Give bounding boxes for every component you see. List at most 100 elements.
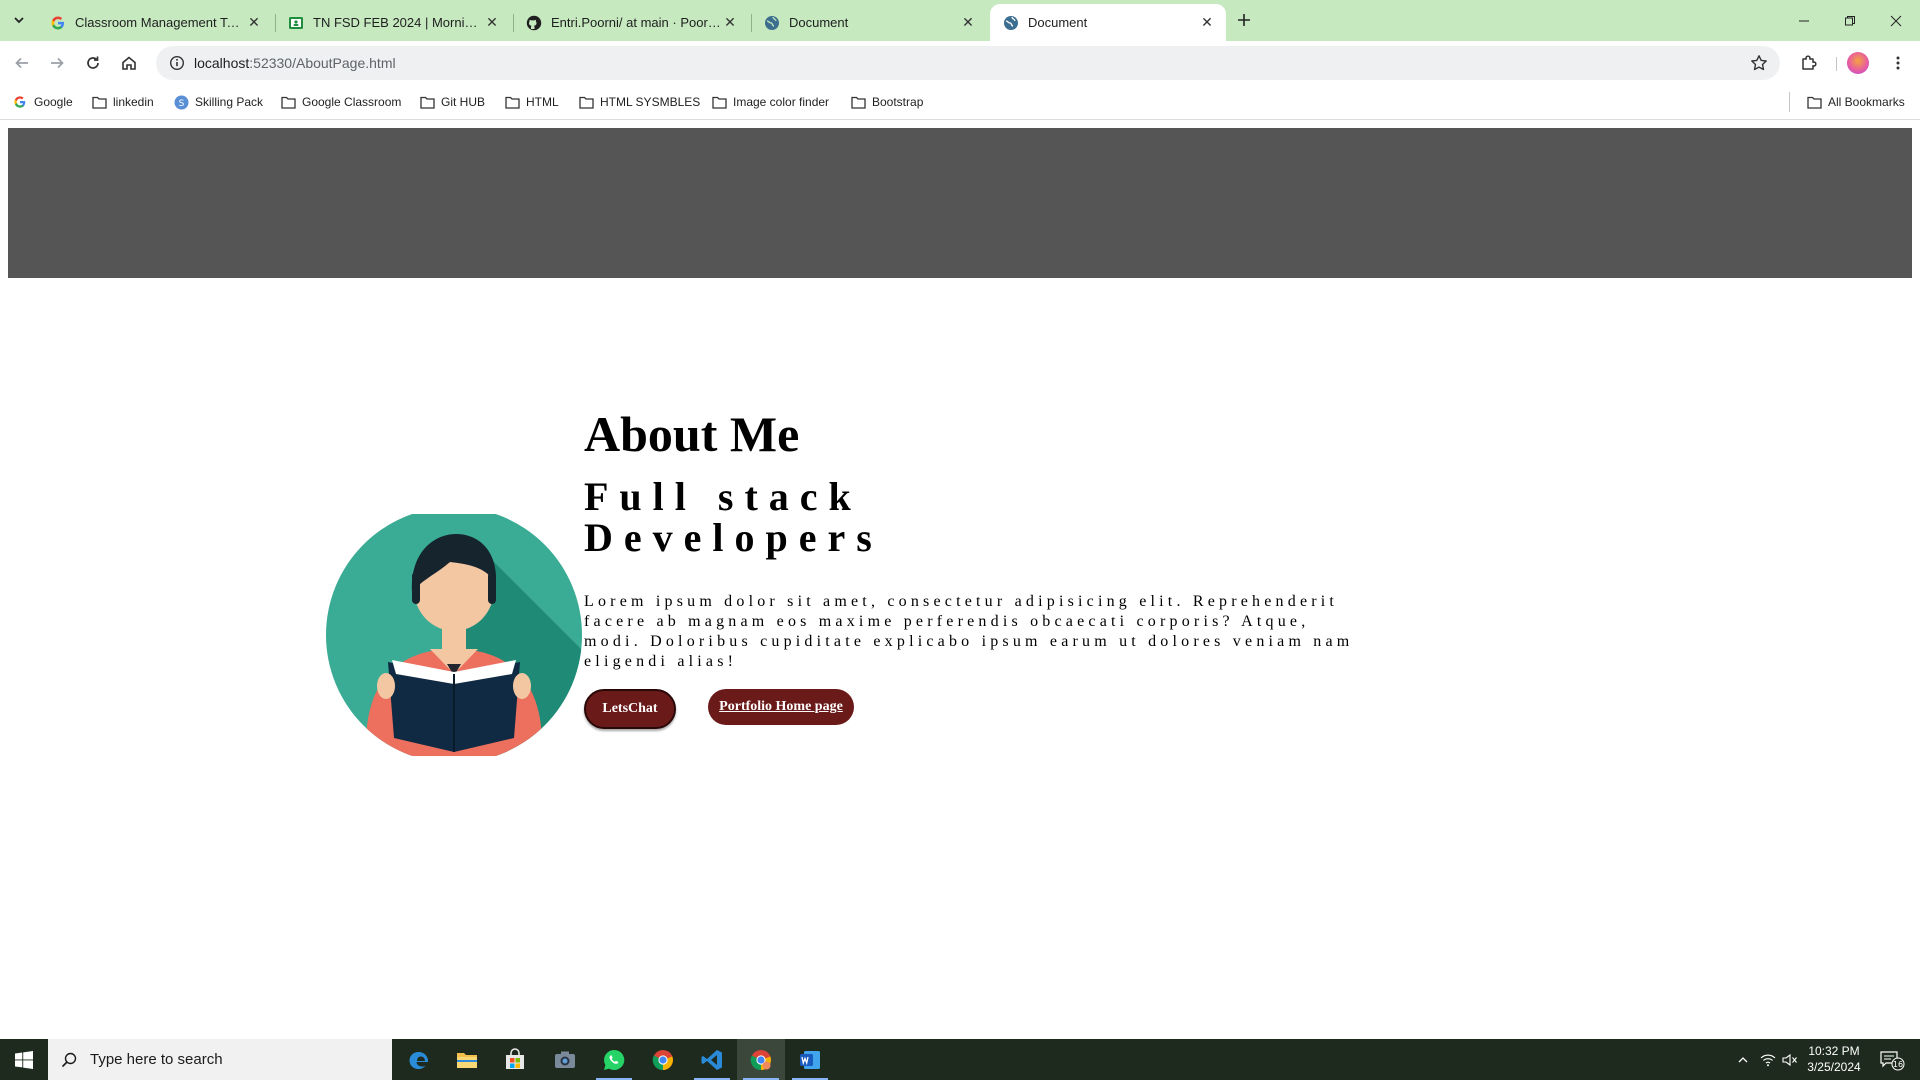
chevron-up-icon: [1738, 1056, 1748, 1062]
bookmark-skilling-pack[interactable]: S Skilling Pack: [173, 91, 263, 113]
letschat-button[interactable]: LetsChat: [584, 689, 676, 729]
bookmark-label: Skilling Pack: [195, 95, 264, 109]
tab-document-1[interactable]: Document ✕: [751, 4, 987, 41]
taskbar-clock[interactable]: 10:32 PM 3/25/2024: [1800, 1043, 1868, 1075]
taskbar-whatsapp[interactable]: [590, 1039, 638, 1080]
tab-title: Entri.Poorni/ at main · PoorniTh: [551, 15, 721, 30]
bookmark-folder-linkedin[interactable]: linkedin: [91, 91, 154, 113]
tab-classroom-tools[interactable]: Classroom Management Tools & ✕: [37, 4, 273, 41]
role-heading: Full stack Developers: [584, 476, 883, 558]
bookmark-label: All Bookmarks: [1828, 95, 1905, 109]
page-heading: About Me: [584, 406, 800, 462]
tab-title: Document: [789, 15, 849, 30]
tab-fsd-feb[interactable]: TN FSD FEB 2024 | Morning B9 ✕: [275, 4, 511, 41]
taskbar-word[interactable]: [786, 1039, 834, 1080]
bookmark-folder-html-symbols[interactable]: HTML SYSMBLES: [578, 91, 700, 113]
bookmark-label: Google Classroom: [302, 95, 402, 109]
taskbar-edge[interactable]: [395, 1039, 443, 1080]
portfolio-home-link[interactable]: Portfolio Home page: [708, 689, 854, 725]
home-button[interactable]: [114, 48, 144, 78]
chevron-down-icon: [14, 17, 24, 24]
taskbar-chrome-active[interactable]: [737, 1039, 785, 1080]
tab-title: TN FSD FEB 2024 | Morning B9: [313, 15, 483, 30]
reader-illustration: [326, 514, 582, 756]
start-button[interactable]: [0, 1039, 48, 1080]
site-info-icon[interactable]: [160, 46, 194, 80]
browser-toolbar: localhost:52330/AboutPage.html: [0, 41, 1920, 85]
taskbar-search[interactable]: Type here to search: [48, 1039, 392, 1080]
extensions-button[interactable]: [1794, 48, 1824, 78]
bookmark-label: Image color finder: [733, 95, 830, 109]
windows-taskbar: Type here to search 10:32 PM 3/25/2024 1…: [0, 1039, 1920, 1080]
folder-icon: [578, 94, 594, 110]
arrow-left-icon: [15, 57, 28, 69]
notification-count: 16: [1893, 1060, 1903, 1069]
window-close-button[interactable]: [1873, 0, 1919, 41]
toolbar-divider: [1836, 57, 1837, 71]
close-icon[interactable]: ✕: [721, 14, 739, 32]
header-band: [8, 128, 1912, 278]
network-indicator[interactable]: [1756, 1039, 1780, 1080]
bookmark-label: Git HUB: [441, 95, 486, 109]
svg-text:S: S: [178, 99, 184, 109]
kebab-menu-icon: [1896, 56, 1900, 70]
tab-search-button[interactable]: [6, 8, 32, 32]
bookmark-label: Google: [34, 95, 73, 109]
notification-center[interactable]: 16: [1870, 1039, 1914, 1080]
tab-document-active[interactable]: Document ✕: [990, 4, 1226, 41]
tab-title: Document: [1028, 15, 1088, 30]
taskbar-file-explorer[interactable]: [443, 1039, 491, 1080]
close-icon[interactable]: ✕: [245, 14, 263, 32]
forward-button[interactable]: [42, 48, 72, 78]
store-icon: [506, 1047, 524, 1069]
taskbar-chrome[interactable]: [639, 1039, 687, 1080]
all-bookmarks[interactable]: All Bookmarks: [1806, 91, 1905, 113]
folder-icon: [1806, 94, 1822, 110]
close-icon[interactable]: ✕: [959, 14, 977, 32]
star-icon[interactable]: [1748, 52, 1770, 74]
reload-button[interactable]: [78, 48, 108, 78]
taskbar-store[interactable]: [491, 1039, 539, 1080]
minimize-button[interactable]: [1781, 0, 1827, 41]
tab-github[interactable]: Entri.Poorni/ at main · PoorniTh ✕: [513, 4, 749, 41]
arrow-right-icon: [51, 57, 64, 69]
reload-icon: [87, 56, 99, 69]
tray-overflow[interactable]: [1732, 1039, 1754, 1080]
clock-time: 10:32 PM: [1808, 1044, 1860, 1058]
folder-icon: [850, 94, 866, 110]
back-button[interactable]: [7, 48, 37, 78]
plus-icon: [1238, 14, 1250, 26]
folder-icon: [419, 94, 435, 110]
google-g-icon: [50, 15, 66, 31]
close-icon: [1890, 15, 1902, 26]
address-bar[interactable]: localhost:52330/AboutPage.html: [156, 46, 1780, 80]
url-path: :52330/AboutPage.html: [249, 55, 396, 71]
bookmarks-divider: [1789, 92, 1790, 112]
page-viewport: About Me Full stack Developers Lorem ips…: [0, 120, 1920, 1039]
close-icon[interactable]: ✕: [483, 14, 501, 32]
restore-button[interactable]: [1827, 0, 1873, 41]
tab-title: Classroom Management Tools &: [75, 15, 245, 30]
bookmark-google[interactable]: Google: [12, 91, 73, 113]
taskbar-camera[interactable]: [541, 1039, 589, 1080]
volume-indicator[interactable]: [1780, 1039, 1800, 1080]
skilling-icon: S: [173, 94, 189, 110]
bookmark-folder-html[interactable]: HTML: [504, 91, 559, 113]
classroom-icon: [288, 15, 304, 31]
profile-avatar[interactable]: [1847, 52, 1869, 74]
bookmark-folder-google-classroom[interactable]: Google Classroom: [280, 91, 401, 113]
home-icon: [122, 56, 136, 70]
restore-icon: [1845, 15, 1855, 25]
taskbar-vscode[interactable]: [688, 1039, 736, 1080]
bookmarks-bar: Google linkedin S Skilling Pack Google C…: [0, 85, 1920, 120]
bookmark-folder-image-color-finder[interactable]: Image color finder: [711, 91, 829, 113]
folder-icon: [91, 94, 107, 110]
bookmark-folder-bootstrap[interactable]: Bootstrap: [850, 91, 923, 113]
puzzle-icon: [1802, 55, 1817, 70]
menu-button[interactable]: [1883, 48, 1913, 78]
bookmark-folder-git-hub[interactable]: Git HUB: [419, 91, 485, 113]
new-tab-button[interactable]: [1230, 8, 1258, 32]
folder-icon: [504, 94, 520, 110]
role-line-1: Full stack: [584, 474, 862, 519]
close-icon[interactable]: ✕: [1198, 14, 1216, 32]
